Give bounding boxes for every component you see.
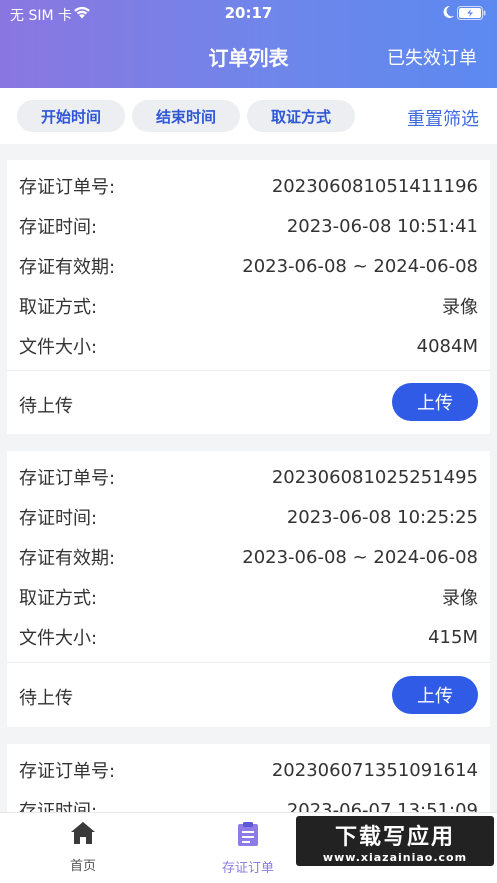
watermark-url: www.xiazainiao.com [322,850,468,864]
tab-label: 首页 [69,859,96,874]
evidence-time-row: 存证时间: 2023-06-08 10:51:41 [19,206,478,246]
evidence-method: 录像 [442,297,478,318]
status-label: 待上传 [19,688,73,709]
order-card: 存证订单号: 202306071351091614 存证时间: 2023-06-… [7,744,490,812]
divider [7,370,490,371]
battery-icon [457,6,487,24]
method-row: 取证方式: 录像 [19,577,478,617]
field-label: 存证时间: [19,217,98,238]
watermark-logo: 下载写应用 www.xiazainiao.com [296,816,494,866]
app-header: 无 SIM 卡 20:17 订单列表 已失效订单 [0,0,497,88]
filter-evidence-method[interactable]: 取证方式 [247,100,355,132]
status-bar: 无 SIM 卡 20:17 [0,0,497,28]
file-size-row: 文件大小: 4084M [19,326,478,366]
order-number-row: 存证订单号: 202306081025251495 [19,457,478,497]
filter-end-time[interactable]: 结束时间 [132,100,240,132]
field-label: 文件大小: [19,628,98,649]
status-label: 待上传 [19,396,73,417]
moon-icon [441,4,455,24]
field-label: 取证方式: [19,297,98,318]
reset-filters-button[interactable]: 重置筛选 [407,105,479,131]
clipboard-icon [188,821,308,851]
file-size: 415M [428,626,478,648]
tab-orders[interactable]: 存证订单 [188,819,308,876]
field-label: 文件大小: [19,337,98,358]
order-card: 存证订单号: 202306081025251495 存证时间: 2023-06-… [7,451,490,727]
expired-orders-link[interactable]: 已失效订单 [387,44,477,70]
field-label: 存证时间: [19,508,98,529]
evidence-time: 2023-06-08 10:51:41 [286,215,478,237]
order-number: 202306081025251495 [271,466,478,488]
filter-bar: 开始时间 结束时间 取证方式 重置筛选 [0,88,497,144]
evidence-method: 录像 [442,588,478,609]
upload-button[interactable]: 上传 [392,676,478,714]
field-label: 存证订单号: [19,468,116,489]
home-icon [23,821,143,849]
field-label: 存证订单号: [19,177,116,198]
order-number: 202306071351091614 [271,759,478,781]
divider [7,662,490,663]
file-size-row: 文件大小: 415M [19,617,478,657]
order-list[interactable]: 存证订单号: 202306081051411196 存证时间: 2023-06-… [0,144,497,812]
watermark-text: 下载写应用 [334,824,455,850]
validity-row: 存证有效期: 2023-06-08 ~ 2024-06-08 [19,537,478,577]
tab-label: 存证订单 [221,861,274,876]
validity-row: 存证有效期: 2023-06-08 ~ 2024-06-08 [19,246,478,286]
evidence-time-row: 存证时间: 2023-06-07 13:51:09 [19,790,478,813]
field-label: 存证有效期: [19,548,116,569]
filter-start-time[interactable]: 开始时间 [17,100,125,132]
validity-period: 2023-06-08 ~ 2024-06-08 [242,255,478,277]
validity-period: 2023-06-08 ~ 2024-06-08 [242,546,478,568]
order-number: 202306081051411196 [271,175,478,197]
order-number-row: 存证订单号: 202306081051411196 [19,166,478,206]
field-label: 存证有效期: [19,257,116,278]
tab-home[interactable]: 首页 [23,819,143,874]
order-number-row: 存证订单号: 202306071351091614 [19,750,478,790]
field-label: 存证订单号: [19,761,116,782]
order-card: 存证订单号: 202306081051411196 存证时间: 2023-06-… [7,160,490,434]
field-label: 存证时间: [19,801,98,812]
file-size: 4084M [416,335,478,357]
evidence-time: 2023-06-08 10:25:25 [286,506,478,528]
upload-button[interactable]: 上传 [392,383,478,421]
clock: 20:17 [224,4,273,22]
method-row: 取证方式: 录像 [19,286,478,326]
field-label: 取证方式: [19,588,98,609]
evidence-time: 2023-06-07 13:51:09 [286,799,478,813]
evidence-time-row: 存证时间: 2023-06-08 10:25:25 [19,497,478,537]
